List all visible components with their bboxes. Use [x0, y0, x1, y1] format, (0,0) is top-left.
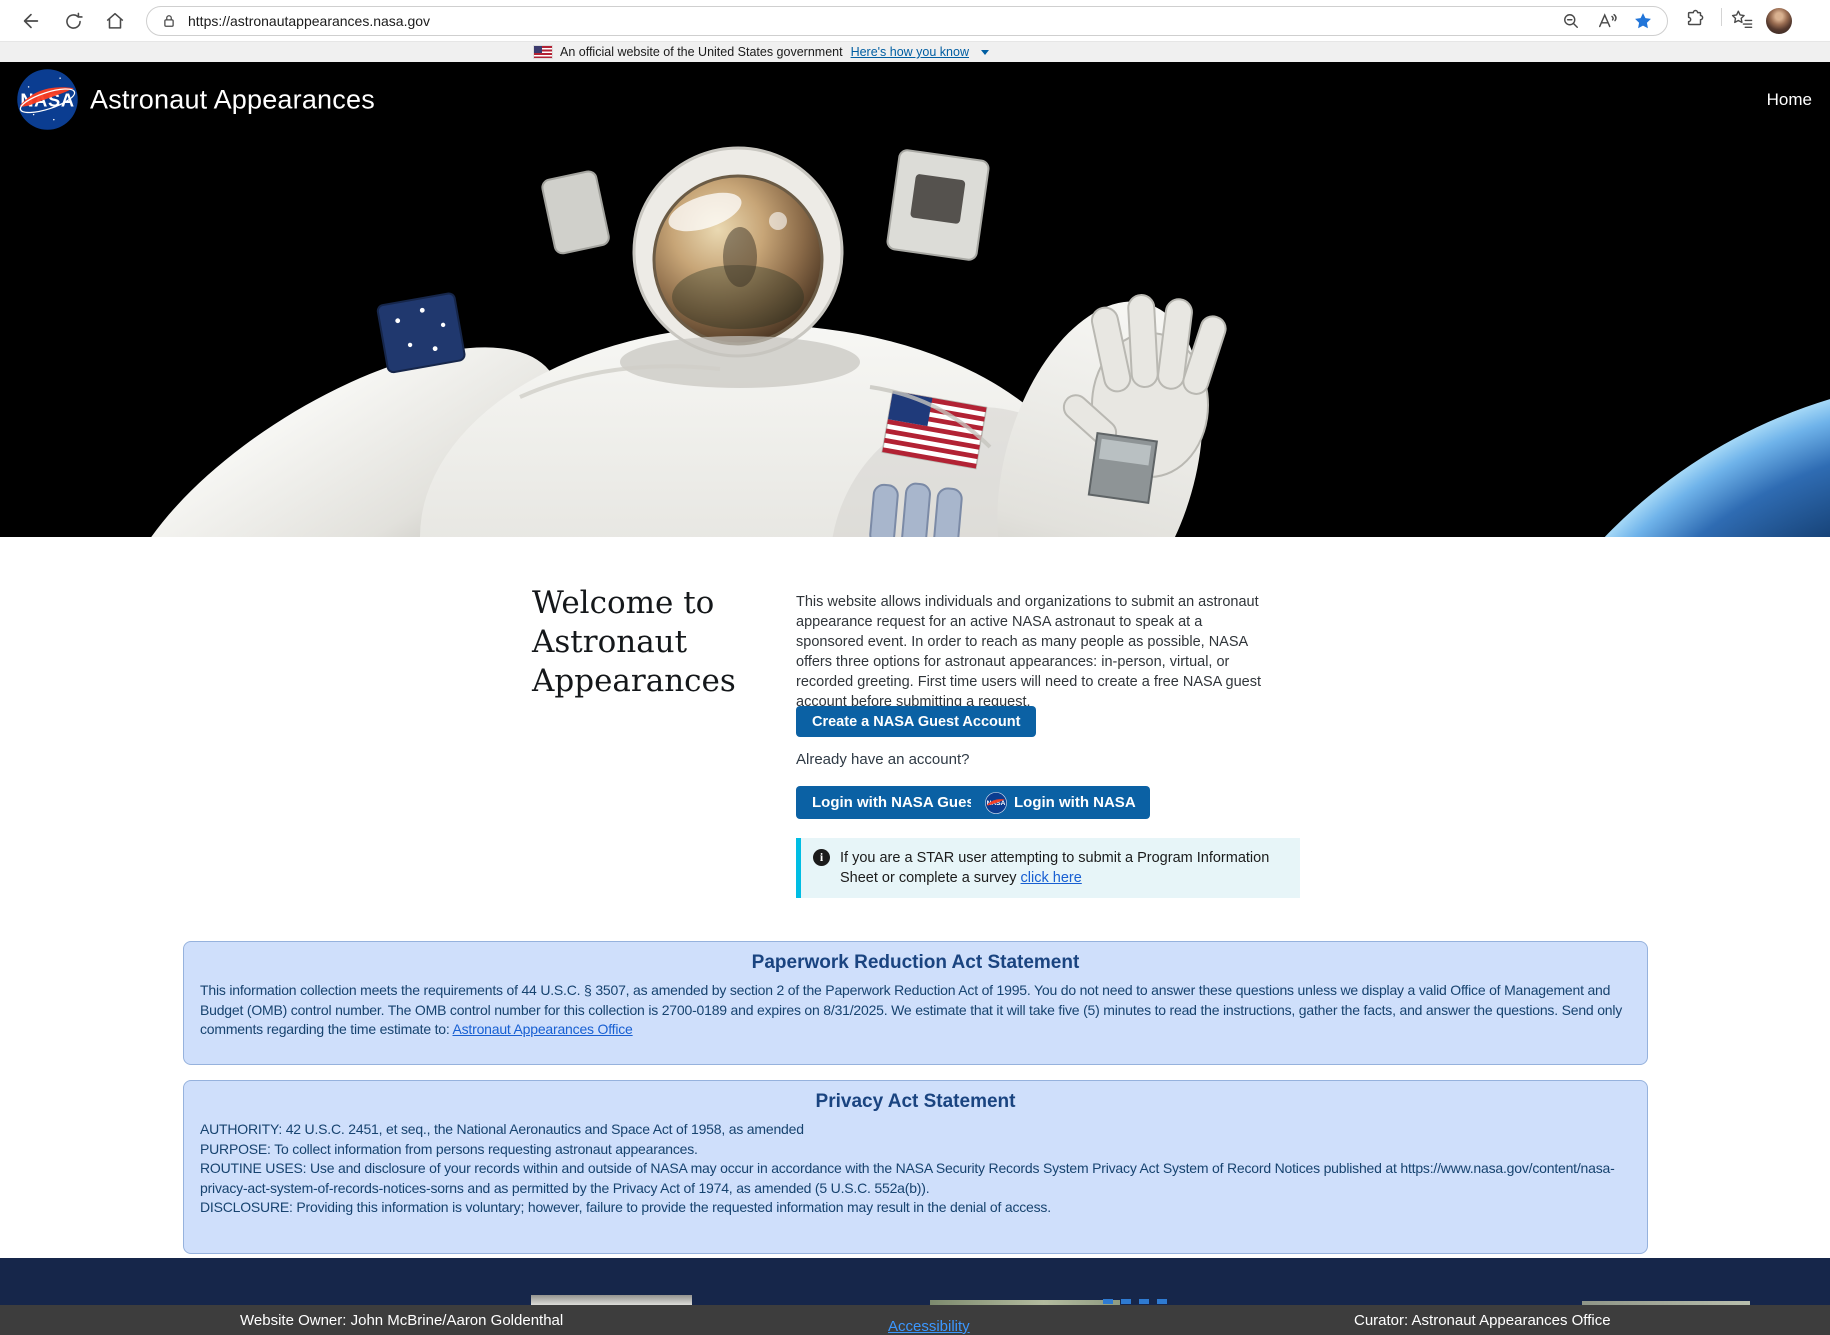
accessibility-link[interactable]: Accessibility — [888, 1318, 970, 1335]
footer-owner-text: Website Owner: John McBrine/Aaron Golden… — [240, 1312, 564, 1329]
browser-chrome: https://astronautappearances.nasa.gov — [0, 0, 1830, 42]
favorites-button[interactable] — [1730, 8, 1754, 30]
info-icon: i — [813, 849, 830, 866]
privacy-title: Privacy Act Statement — [815, 1091, 1016, 1112]
footer-bar: Website Owner: John McBrine/Aaron Golden… — [0, 1305, 1830, 1335]
gov-banner-text: An official website of the United States… — [560, 45, 843, 59]
intro-paragraph: This website allows individuals and orga… — [796, 594, 1262, 710]
paperwork-title: Paperwork Reduction Act Statement — [751, 952, 1080, 973]
page: https://astronautappearances.nasa.gov An… — [0, 0, 1830, 1335]
welcome-heading: Welcome to Astronaut Appearances — [532, 584, 772, 701]
address-bar[interactable]: https://astronautappearances.nasa.gov — [146, 6, 1668, 36]
click-here-link[interactable]: click here — [1021, 870, 1082, 886]
login-nasa-button[interactable]: NASA Login with NASA — [971, 786, 1150, 819]
privacy-purpose: PURPOSE: To collect information from per… — [200, 1140, 698, 1157]
browser-extensions-icon — [1687, 9, 1704, 26]
nasa-logo: NASA — [17, 69, 78, 130]
footer-curator-text: Curator: Astronaut Appearances Office — [1354, 1312, 1611, 1329]
favorites-icon — [1731, 10, 1753, 28]
favorite-star-icon[interactable] — [1633, 11, 1653, 31]
profile-button[interactable] — [1766, 8, 1792, 34]
privacy-authority: AUTHORITY: 42 U.S.C. 2451, et seq., the … — [200, 1121, 804, 1137]
refresh-icon — [65, 12, 83, 29]
toolbar-divider — [1712, 8, 1731, 26]
page-footer: Website Owner: John McBrine/Aaron Golden… — [0, 1258, 1830, 1335]
gov-banner-link[interactable]: Here's how you know — [851, 45, 969, 59]
welcome-heading-line3: Appearances — [532, 663, 736, 699]
us-flag-icon — [533, 45, 553, 59]
chevron-down-icon[interactable] — [981, 49, 989, 55]
profile-avatar — [1766, 8, 1792, 34]
home-button[interactable] — [102, 8, 128, 34]
zoom-out-icon[interactable] — [1561, 11, 1581, 31]
nasa-meatball-icon: NASA — [985, 791, 1007, 814]
privacy-disclosure: DISCLOSURE: Providing this information i… — [200, 1199, 1051, 1215]
url-text[interactable]: https://astronautappearances.nasa.gov — [188, 13, 1561, 29]
paperwork-reduction-statement: Paperwork Reduction Act Statement This i… — [183, 941, 1648, 1065]
page-title: Astronaut Appearances — [90, 84, 375, 114]
hero-astronaut-image — [0, 137, 1830, 537]
login-nasa-label: Login with NASA — [1014, 794, 1136, 811]
star-user-notice: i If you are a STAR user attempting to s… — [796, 838, 1300, 898]
back-button[interactable] — [18, 8, 44, 34]
welcome-heading-line1: Welcome to — [532, 585, 715, 621]
lock-icon — [164, 15, 174, 27]
site-header: NASA Astronaut Appearances Home — [0, 62, 1830, 137]
back-icon — [23, 13, 39, 29]
create-guest-account-button[interactable]: Create a NASA Guest Account — [796, 706, 1037, 737]
refresh-button[interactable] — [60, 8, 86, 34]
already-have-account-text: Already have an account? — [796, 751, 970, 768]
gov-banner: An official website of the United States… — [0, 42, 1830, 62]
paperwork-body: This information collection meets the re… — [200, 982, 1623, 1037]
welcome-heading-line2: Astronaut — [532, 624, 688, 660]
astronaut-appearances-office-link[interactable]: Astronaut Appearances Office — [452, 1021, 632, 1037]
privacy-routine-uses: ROUTINE USES: Use and disclosure of your… — [200, 1160, 1615, 1196]
privacy-act-statement: Privacy Act Statement AUTHORITY: 42 U.S.… — [183, 1080, 1648, 1254]
login-nasa-guest-button[interactable]: Login with NASA Guest — [796, 786, 996, 819]
nav-home-link[interactable]: Home — [1767, 90, 1812, 110]
read-aloud-icon[interactable] — [1596, 11, 1618, 31]
home-icon — [106, 12, 124, 29]
browser-extensions-button[interactable] — [1684, 8, 1706, 30]
footer-link-fragment — [1103, 1299, 1175, 1304]
